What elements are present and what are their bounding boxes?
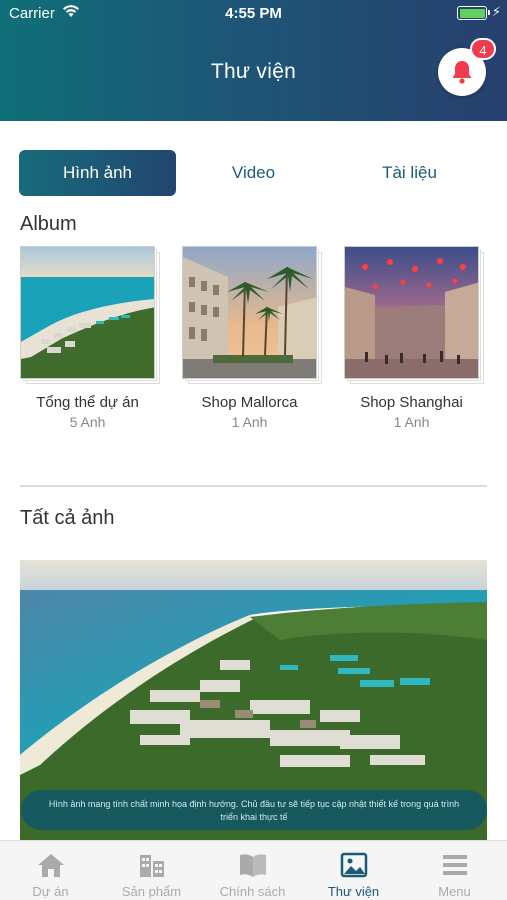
disclaimer-caption: Hình ảnh mang tính chất minh họa định hư… bbox=[21, 790, 487, 830]
book-icon bbox=[240, 854, 266, 877]
nav-label: Menu bbox=[438, 884, 471, 899]
bell-icon bbox=[452, 61, 472, 84]
page-title: Thư viện bbox=[210, 60, 297, 83]
nav-item-menu[interactable]: Menu bbox=[404, 841, 505, 900]
album-card-mallorca[interactable]: Shop Mallorca 1 Anh bbox=[182, 246, 322, 430]
nav-item-policies[interactable]: Chính sách bbox=[202, 841, 303, 900]
header-bar: Carrier 4:55 PM ⚡ Thư viện bbox=[0, 0, 507, 121]
nav-label: Dự án bbox=[32, 884, 69, 899]
bottom-navigation: Dự án Sản phẩm Chính sách Thư viện Menu bbox=[0, 840, 507, 900]
image-icon bbox=[340, 852, 368, 878]
buildings-icon bbox=[140, 855, 164, 877]
section-divider bbox=[20, 485, 487, 487]
album-thumbnail bbox=[20, 246, 155, 379]
album-card-overview[interactable]: Tổng thể dự án 5 Anh bbox=[20, 246, 160, 430]
album-thumbnail-stack bbox=[182, 246, 322, 384]
clock: 4:55 PM bbox=[225, 5, 282, 22]
album-name: Tổng thể dự án bbox=[36, 394, 139, 411]
album-count: 1 Anh bbox=[393, 414, 430, 430]
status-bar: Carrier 4:55 PM ⚡ bbox=[0, 0, 507, 28]
album-count: 5 Anh bbox=[69, 414, 106, 430]
library-tabs: Hình ảnh Video Tài liệu bbox=[19, 150, 488, 196]
album-name: Shop Shanghai bbox=[360, 394, 463, 411]
album-name: Shop Mallorca bbox=[201, 394, 298, 411]
home-icon bbox=[38, 854, 64, 877]
album-thumbnail bbox=[182, 246, 317, 379]
album-thumbnail bbox=[344, 246, 479, 379]
nav-label: Sản phẩm bbox=[121, 884, 182, 899]
album-thumbnail-stack bbox=[20, 246, 160, 384]
battery-icon bbox=[457, 6, 490, 20]
notification-badge: 4 bbox=[470, 38, 496, 60]
tab-documents[interactable]: Tài liệu bbox=[331, 150, 488, 196]
nav-label: Thư viện bbox=[327, 884, 380, 899]
tab-images[interactable]: Hình ảnh bbox=[19, 150, 176, 196]
charging-icon: ⚡ bbox=[491, 4, 501, 19]
album-count: 1 Anh bbox=[231, 414, 268, 430]
menu-icon bbox=[443, 855, 467, 875]
album-card-shanghai[interactable]: Shop Shanghai 1 Anh bbox=[344, 246, 484, 430]
nav-item-projects[interactable]: Dự án bbox=[0, 841, 101, 900]
nav-item-library[interactable]: Thư viện bbox=[303, 841, 404, 900]
all-photos-title: Tất cả ảnh bbox=[20, 507, 115, 529]
nav-label: Chính sách bbox=[219, 884, 286, 899]
nav-item-products[interactable]: Sản phẩm bbox=[101, 841, 202, 900]
album-section-title: Album bbox=[20, 213, 77, 235]
tab-video[interactable]: Video bbox=[175, 150, 332, 196]
album-thumbnail-stack bbox=[344, 246, 484, 384]
